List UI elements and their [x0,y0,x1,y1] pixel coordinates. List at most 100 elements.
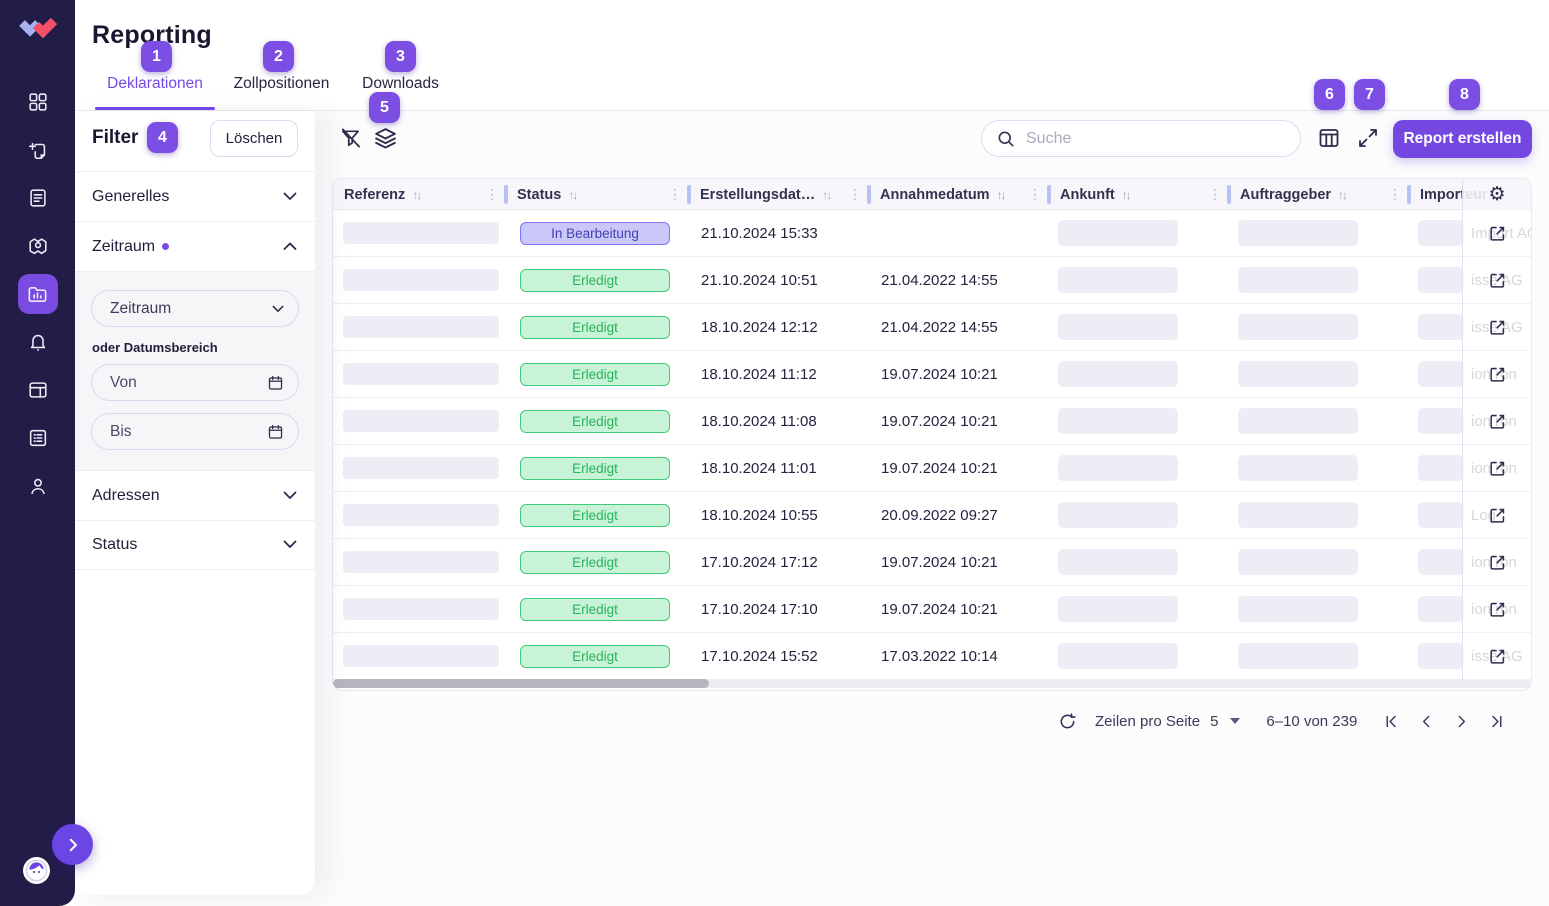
annotation-badge-4: 4 [147,122,178,153]
open-external-icon[interactable] [1488,506,1507,525]
redacted-cell [1058,455,1178,481]
column-menu-icon[interactable]: ⋮ [1028,186,1042,203]
column-resize-handle[interactable] [687,185,691,204]
filter-section-zeitraum[interactable]: Zeitraum [75,221,315,271]
sort-icon[interactable]: ↑↓ [568,188,576,202]
redacted-cell [343,222,499,244]
sort-icon[interactable]: ↑↓ [822,188,830,202]
open-external-icon[interactable] [1488,553,1507,572]
column-menu-icon[interactable]: ⋮ [668,186,682,203]
table-row[interactable]: Erledigt 17.10.2024 17:10 19.07.2024 10:… [333,586,1531,633]
filter-section-adressen[interactable]: Adressen [75,470,315,520]
refresh-icon[interactable] [1058,712,1077,731]
open-external-icon[interactable] [1488,412,1507,431]
sort-icon[interactable]: ↑↓ [412,188,420,202]
sidebar-item-new-declaration[interactable] [18,130,58,170]
calendar-icon [267,423,284,440]
zeitraum-select[interactable]: Zeitraum [91,290,299,327]
clear-filters-button[interactable]: Löschen [210,120,298,157]
sidebar-item-workspace[interactable] [18,370,58,410]
column-resize-handle[interactable] [1407,185,1411,204]
next-page-icon[interactable] [1453,713,1470,730]
sort-icon[interactable]: ↑↓ [1122,188,1130,202]
table-row[interactable]: Erledigt 17.10.2024 15:52 17.03.2022 10:… [333,633,1531,680]
sidebar-item-tracking[interactable] [18,226,58,266]
table-row[interactable]: Erledigt 18.10.2024 10:55 20.09.2022 09:… [333,492,1531,539]
table-row[interactable]: Erledigt 18.10.2024 11:12 19.07.2024 10:… [333,351,1531,398]
create-report-button[interactable]: Report erstellen [1393,120,1532,158]
open-external-icon[interactable] [1488,647,1507,666]
search-field[interactable] [981,120,1301,157]
column-header-status[interactable]: Status ↑↓ ⋮ [506,179,689,210]
layers-icon[interactable] [373,126,398,156]
column-resize-handle[interactable] [1227,185,1231,204]
previous-page-icon[interactable] [1418,713,1435,730]
sidebar-item-reporting[interactable] [18,274,58,314]
open-external-icon[interactable] [1488,459,1507,478]
sidebar-nav [0,82,75,506]
date-from-input[interactable]: Von [91,364,299,401]
column-header-ankunft[interactable]: Ankunft ↑↓ ⋮ [1049,179,1229,210]
rows-per-page-value[interactable]: 5 [1210,713,1218,730]
open-external-icon[interactable] [1488,224,1507,243]
sidebar-item-news[interactable] [18,418,58,458]
open-external-icon[interactable] [1488,365,1507,384]
user-avatar[interactable] [23,857,50,884]
expand-sidebar-button[interactable] [52,824,93,865]
sidebar-item-declarations[interactable] [18,178,58,218]
filter-section-generelles[interactable]: Generelles [75,171,315,221]
open-external-icon[interactable] [1488,271,1507,290]
table-row[interactable]: Erledigt 18.10.2024 12:12 21.04.2022 14:… [333,304,1531,351]
fullscreen-icon[interactable] [1356,126,1380,155]
sort-icon[interactable]: ↑↓ [1338,188,1346,202]
add-document-icon [27,139,49,161]
column-header-erstellungsdatum[interactable]: Erstellungsdat… ↑↓ ⋮ [689,179,869,210]
horizontal-scrollbar[interactable] [333,679,1531,688]
column-menu-icon[interactable]: ⋮ [1208,186,1222,203]
table-settings-icon[interactable]: ⚙ [1488,185,1505,204]
sort-icon[interactable]: ↑↓ [997,188,1005,202]
column-header-referenz[interactable]: Referenz ↑↓ ⋮ [333,179,506,210]
column-menu-icon[interactable]: ⋮ [848,186,862,203]
tab-deklarationen[interactable]: Deklarationen [95,75,215,110]
column-menu-icon[interactable]: ⋮ [1388,186,1402,203]
column-settings-icon[interactable] [1317,126,1341,155]
date-to-input[interactable]: Bis [91,413,299,450]
clear-filter-icon[interactable] [339,127,362,155]
column-resize-handle[interactable] [867,185,871,204]
tab-zollpositionen[interactable]: Zollpositionen [233,75,330,110]
rows-per-page-caret-icon[interactable] [1230,718,1240,724]
column-header-annahmedatum[interactable]: Annahmedatum ↑↓ ⋮ [869,179,1049,210]
status-badge: Erledigt [520,645,670,668]
column-menu-icon[interactable]: ⋮ [485,186,499,203]
redacted-cell [343,504,499,526]
chevron-down-icon [283,188,297,206]
column-resize-handle[interactable] [1047,185,1051,204]
open-external-icon[interactable] [1488,318,1507,337]
scrollbar-thumb[interactable] [333,679,709,688]
created-date: 21.10.2024 15:33 [689,210,869,257]
redacted-cell [1058,267,1178,293]
column-resize-handle[interactable] [504,185,508,204]
redacted-cell [1238,455,1358,481]
table-header-row: Referenz ↑↓ ⋮ Status ↑↓ ⋮ Erstellungsdat… [333,179,1531,210]
sidebar-item-dashboard[interactable] [18,82,58,122]
column-label: Status [517,187,561,203]
redacted-cell [343,269,499,291]
last-page-icon[interactable] [1488,713,1505,730]
accepted-date: 17.03.2022 10:14 [869,633,1049,680]
table-row[interactable]: Erledigt 18.10.2024 11:01 19.07.2024 10:… [333,445,1531,492]
table-row[interactable]: Erledigt 18.10.2024 11:08 19.07.2024 10:… [333,398,1531,445]
first-page-icon[interactable] [1383,713,1400,730]
table-row[interactable]: Erledigt 17.10.2024 17:12 19.07.2024 10:… [333,539,1531,586]
sidebar-item-notifications[interactable] [18,322,58,362]
sidebar-item-profile[interactable] [18,466,58,506]
column-header-auftraggeber[interactable]: Auftraggeber ↑↓ ⋮ [1229,179,1409,210]
table-row[interactable]: Erledigt 21.10.2024 10:51 21.04.2022 14:… [333,257,1531,304]
open-external-icon[interactable] [1488,600,1507,619]
table-row[interactable]: In Bearbeitung 21.10.2024 15:33 Import A… [333,210,1531,257]
filter-section-status[interactable]: Status [75,520,315,570]
search-input[interactable] [1026,130,1276,148]
annotation-badge-8: 8 [1449,79,1480,110]
row-actions-column: ⚙ [1462,179,1531,680]
